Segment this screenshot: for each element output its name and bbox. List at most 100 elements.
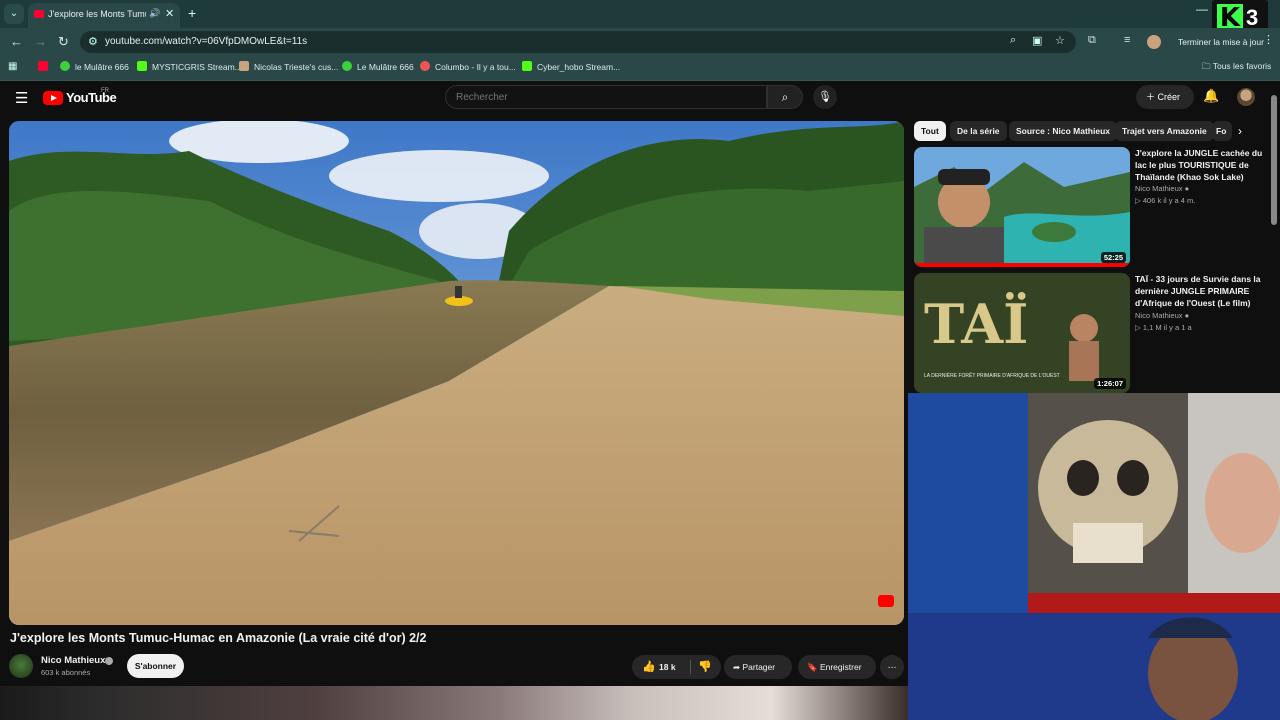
thumbnail-image (914, 147, 1130, 267)
subscriber-count: 603 k abonnés (41, 668, 91, 677)
chip-series[interactable]: De la série (950, 121, 1007, 141)
extensions-icon[interactable]: ⧉ (1088, 34, 1096, 47)
webcam-image (908, 393, 1280, 720)
menu-icon[interactable]: ☰ (15, 89, 28, 107)
browser-tab-bar: ⌄ J'explore les Monts Tumuc 🔊 ✕ + — (0, 0, 1280, 28)
create-label: Créer (1157, 92, 1181, 102)
bookmark-item[interactable]: Cyber_hobo Stream... (522, 61, 620, 72)
columbo-icon (420, 61, 430, 71)
bookmark-item[interactable]: Columbo - Il y a tou... (420, 61, 516, 72)
bookmark-item[interactable]: le Mulâtre 666 (60, 61, 129, 72)
bookmark-item[interactable]: MYSTICGRIS Stream... (137, 61, 242, 72)
subscribe-button[interactable]: S'abonner (127, 654, 184, 678)
update-button[interactable]: Terminer la mise à jour (1172, 32, 1270, 52)
thumb-caption-text: LA DERNIÈRE FORÊT PRIMAIRE D'AFRIQUE DE … (924, 371, 1060, 379)
kick-icon (522, 61, 532, 71)
chip-route[interactable]: Trajet vers Amazonie (1115, 121, 1214, 141)
divider (690, 660, 691, 674)
page-scrollbar[interactable] (1271, 95, 1277, 225)
region-code: FR (101, 88, 109, 94)
bookmark-item[interactable]: Le Mulâtre 666 (342, 61, 414, 72)
play-icon (342, 61, 352, 71)
verified-badge-icon: ● (1184, 184, 1190, 193)
channel-avatar[interactable] (9, 654, 33, 678)
chip-partial[interactable]: Fo (1212, 121, 1232, 141)
all-bookmarks-label: Tous les favoris (1212, 61, 1272, 71)
rec-meta: ▷ 1,1 M il y a 1 a (1135, 323, 1192, 332)
account-avatar[interactable] (1237, 88, 1255, 106)
video-frame (9, 121, 904, 625)
rec-thumbnail[interactable]: TAÏ LA DERNIÈRE FORÊT PRIMAIRE D'AFRIQUE… (914, 273, 1130, 393)
chip-all[interactable]: Tout (914, 121, 946, 141)
dislike-icon[interactable]: 👎 (698, 655, 712, 679)
youtube-logo-icon[interactable] (43, 91, 63, 105)
search-icon: ⌕ (781, 90, 789, 104)
duration-badge: 1:26:07 (1094, 378, 1126, 389)
speaker-icon[interactable]: 🔊 (149, 8, 160, 19)
rec-title[interactable]: J'explore la JUNGLE cachée du lac le plu… (1135, 147, 1265, 183)
like-dislike-group: 👍 18 k 👎 (632, 655, 721, 679)
microphone-icon: 🎙 (818, 91, 832, 103)
all-bookmarks-folder[interactable]: 🗀 Tous les favoris (1202, 61, 1271, 75)
url-text[interactable]: youtube.com/watch?v=06VfpDMOwLE&t=11s (105, 36, 307, 47)
reload-icon[interactable]: ↻ (58, 34, 69, 50)
bookmark-label: Nicolas Trieste's cus... (254, 62, 339, 72)
new-tab-button[interactable]: + (188, 5, 196, 21)
bookmark-label: Cyber_hobo Stream... (537, 62, 621, 72)
address-bar[interactable]: ⚙ youtube.com/watch?v=06VfpDMOwLE&t=11s … (80, 31, 1076, 53)
like-count[interactable]: 18 k (659, 655, 676, 679)
install-app-icon[interactable]: ▣ (1032, 34, 1042, 47)
video-player[interactable] (9, 121, 904, 625)
duration-badge: 52:25 (1100, 252, 1126, 263)
bookmark-icon: 🔖 (807, 662, 820, 672)
rec-title[interactable]: TAÏ - 33 jours de Survie dans la dernièr… (1135, 273, 1265, 309)
tab-title: J'explore les Monts Tumuc (48, 9, 146, 19)
rec-meta-text: 406 k il y a 4 m. (1142, 196, 1196, 205)
thumb-title-text: TAÏ (924, 291, 1028, 356)
rec-channel-name: Nico Mathieux (1135, 311, 1183, 320)
search-button[interactable]: ⌕ (767, 85, 803, 109)
play-icon: ▷ (1135, 196, 1143, 205)
chevron-right-icon[interactable]: › (1238, 124, 1242, 138)
bookmark-item[interactable] (38, 61, 53, 72)
forward-arrow-icon[interactable]: → (34, 34, 47, 49)
chip-source[interactable]: Source : Nico Mathieux (1009, 121, 1117, 141)
bookmark-label: Columbo - Il y a tou... (435, 62, 516, 72)
browser-tab-active[interactable]: J'explore les Monts Tumuc 🔊 ✕ (28, 3, 180, 28)
plus-icon: ＋ (1146, 92, 1158, 102)
search-input[interactable] (445, 85, 767, 109)
rec-channel[interactable]: Nico Mathieux ● (1135, 184, 1189, 193)
back-arrow-icon[interactable]: ← (10, 34, 23, 49)
bookmark-label: Le Mulâtre 666 (357, 62, 414, 72)
bookmark-star-icon[interactable]: ☆ (1055, 34, 1065, 47)
minimize-icon[interactable]: — (1196, 2, 1208, 16)
save-button[interactable]: 🔖 Enregistrer (798, 655, 876, 679)
youtube-watermark-icon[interactable] (878, 595, 894, 607)
more-actions-button[interactable]: ⋯ (880, 655, 904, 679)
tab-close-icon[interactable]: ✕ (165, 7, 174, 20)
kick-icon (137, 61, 147, 71)
rec-thumbnail[interactable]: 52:25 (914, 147, 1130, 267)
reading-list-icon[interactable]: ≡ (1124, 34, 1130, 46)
profile-avatar[interactable] (1147, 35, 1161, 49)
video-title: J'explore les Monts Tumuc-Humac en Amazo… (10, 631, 427, 645)
like-icon[interactable]: 👍 (642, 655, 656, 679)
apps-grid-icon[interactable]: ▦ (8, 61, 17, 72)
browser-toolbar: ← → ↻ ⚙ youtube.com/watch?v=06VfpDMOwLE&… (0, 28, 1280, 55)
bookmark-item[interactable]: Nicolas Trieste's cus... (239, 61, 338, 72)
create-button[interactable]: ＋ Créer (1136, 85, 1194, 109)
voice-search-button[interactable]: 🎙 (813, 85, 837, 109)
rec-channel[interactable]: Nico Mathieux ● (1135, 311, 1189, 320)
deer-icon (239, 61, 249, 71)
browser-menu-icon[interactable]: ⋮ (1263, 33, 1274, 46)
notifications-bell-icon[interactable]: 🔔 (1203, 88, 1219, 104)
next-content-preview (0, 686, 908, 720)
verified-badge-icon (105, 657, 113, 665)
zoom-icon[interactable]: ⌕ (1010, 34, 1016, 47)
tab-search-icon[interactable]: ⌄ (4, 4, 24, 24)
rec-channel-name: Nico Mathieux (1135, 184, 1183, 193)
site-info-icon[interactable]: ⚙ (88, 35, 98, 48)
share-button[interactable]: ➦ Partager (724, 655, 792, 679)
webcam-overlay (908, 393, 1280, 720)
channel-name[interactable]: Nico Mathieux (41, 655, 105, 666)
